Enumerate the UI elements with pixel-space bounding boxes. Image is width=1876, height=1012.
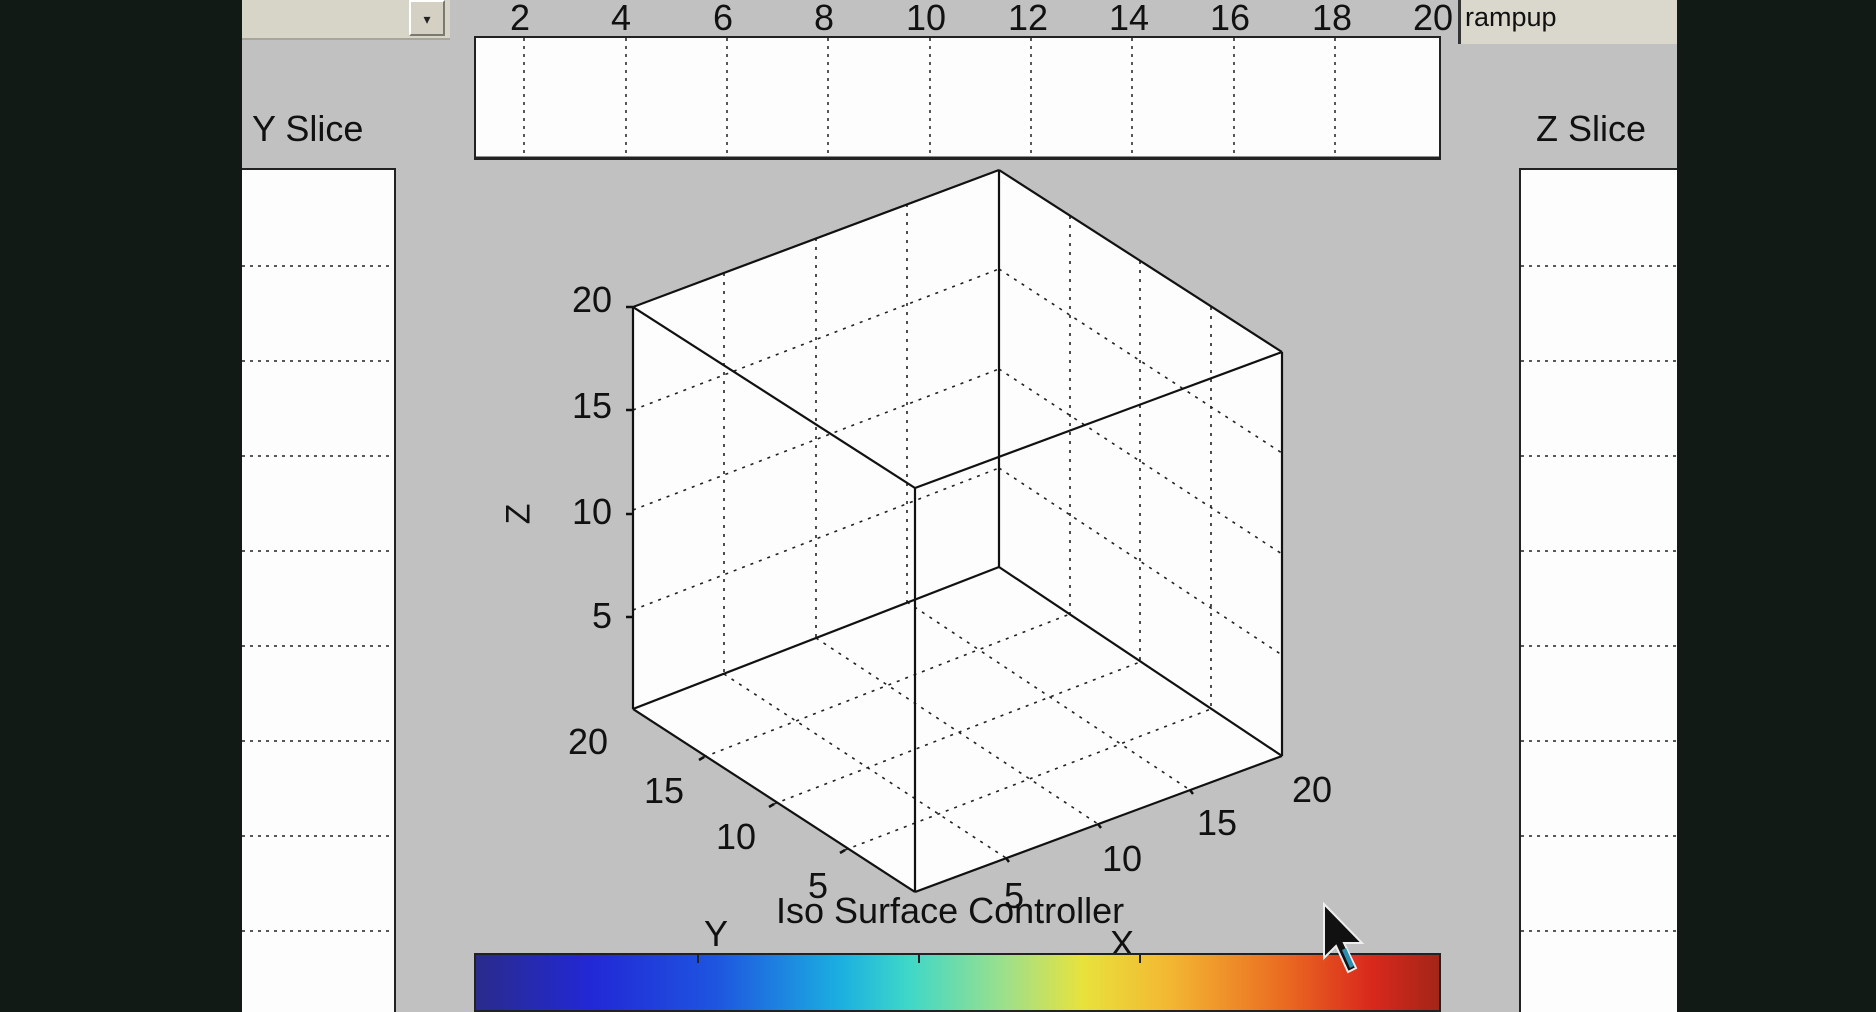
z-tick-label: 5 <box>592 595 613 636</box>
iso-surface-controller-title: Iso Surface Controller <box>776 890 1125 931</box>
iso-surface-3d-axes[interactable] <box>242 0 1677 1012</box>
mouse-pointer-icon <box>1323 902 1365 974</box>
x-tick-label: 20 <box>1292 769 1333 810</box>
iso-surface-colorbar[interactable] <box>474 953 1441 1012</box>
x-tick-label: 15 <box>1197 802 1238 843</box>
colorbar-ticks <box>697 955 1141 963</box>
z-tick-label: 20 <box>572 279 613 320</box>
z-tick-label: 15 <box>572 385 613 426</box>
y-tick-label: 10 <box>716 816 757 857</box>
y-tick-label: 15 <box>644 770 685 811</box>
z-axis-label: Z <box>499 503 538 525</box>
z-tick-label: 10 <box>572 491 613 532</box>
x-tick-label: 10 <box>1102 838 1143 879</box>
y-axis-label: Y <box>704 913 729 954</box>
y-tick-label: 20 <box>568 721 609 762</box>
letterbox-left <box>0 0 242 1012</box>
matlab-figure-window: ▾ 2 4 6 8 10 12 14 16 18 20 rampup Y Sli… <box>242 0 1677 1012</box>
letterbox-right <box>1677 0 1876 1012</box>
